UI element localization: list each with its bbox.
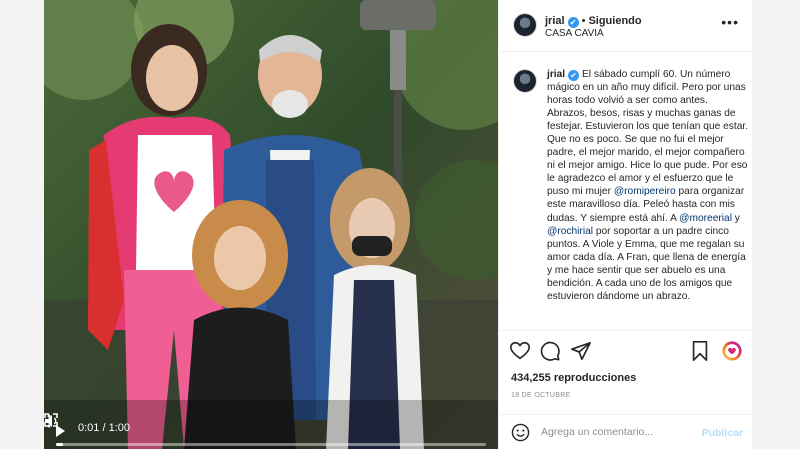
mention-link[interactable]: @romipereiro: [614, 186, 676, 197]
caption-part: y: [731, 212, 740, 224]
mention-link[interactable]: @rochirial: [547, 226, 593, 237]
comment-icon[interactable]: [539, 340, 561, 362]
separator-dot: •: [581, 15, 586, 27]
more-horizontal-icon[interactable]: •••: [721, 14, 739, 30]
post-header: jrial ✔ • Siguiendo CASA CAVIA •••: [499, 0, 753, 52]
caption-part: El sábado cumplí 60. Un número mágico en…: [547, 69, 749, 198]
caption-text: jrial ✔ El sábado cumplí 60. Un número má…: [547, 68, 749, 303]
views-count[interactable]: 434,255 reproducciones: [511, 372, 636, 384]
verified-badge-icon: ✔: [567, 17, 579, 28]
caption-avatar[interactable]: [513, 69, 537, 93]
avatar[interactable]: [513, 13, 537, 37]
verified-badge-icon: ✔: [568, 70, 580, 81]
overlay-shade-right: [752, 0, 800, 449]
comment-input[interactable]: [541, 423, 691, 441]
post-side-panel: jrial ✔ • Siguiendo CASA CAVIA ••• jrial ✔ E…: [498, 0, 753, 449]
caption-username[interactable]: jrial: [547, 69, 565, 80]
location-link[interactable]: CASA CAVIA: [545, 28, 604, 39]
post-actions: [499, 330, 753, 370]
following-button[interactable]: Siguiendo: [588, 15, 641, 27]
username-link[interactable]: jrial: [545, 15, 565, 27]
header-user-line: jrial ✔ • Siguiendo: [545, 11, 642, 29]
video-progress-bar[interactable]: [56, 443, 486, 446]
mention-link[interactable]: @moreerial: [679, 213, 732, 224]
share-icon[interactable]: [570, 340, 592, 362]
video-controls: 0:01 / 1:00: [44, 413, 498, 449]
caption-section: jrial ✔ El sábado cumplí 60. Un número má…: [499, 53, 753, 330]
post-video[interactable]: 0:01 / 1:00: [44, 0, 498, 449]
post-date: 18 DE OCTUBRE: [511, 392, 571, 399]
live-ring-icon[interactable]: [721, 340, 743, 362]
video-time: 0:01 / 1:00: [78, 422, 130, 434]
emoji-icon[interactable]: [511, 423, 530, 442]
overlay-shade-left: [0, 0, 44, 449]
comment-box: Publicar: [499, 414, 753, 449]
heart-icon[interactable]: [509, 340, 531, 362]
video-progress-fill: [56, 443, 64, 446]
more-vertical-icon[interactable]: [44, 413, 54, 429]
bookmark-icon[interactable]: [689, 340, 711, 362]
video-frame: [44, 0, 498, 449]
publish-button[interactable]: Publicar: [702, 427, 743, 439]
